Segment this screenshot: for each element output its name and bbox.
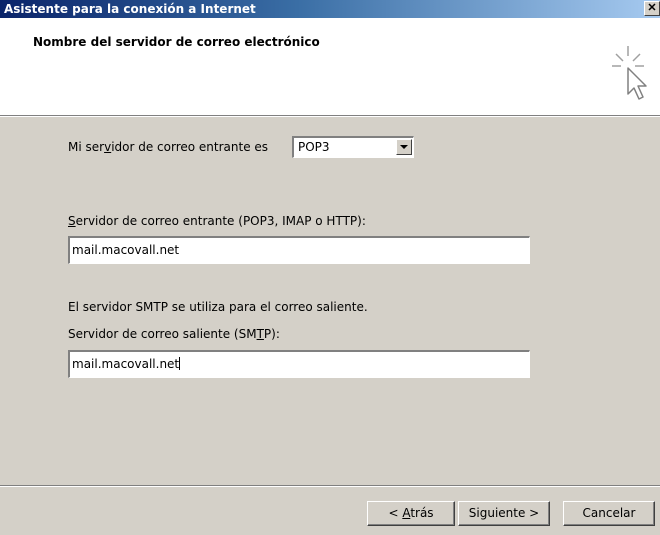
back-button[interactable]: < Atrás xyxy=(367,501,455,526)
page-title: Nombre del servidor de correo electrónic… xyxy=(33,35,320,49)
outgoing-server-label: Servidor de correo saliente (SMTP): xyxy=(68,327,280,341)
incoming-type-value: POP3 xyxy=(298,140,330,154)
header-divider xyxy=(0,116,660,117)
chevron-down-icon[interactable] xyxy=(396,139,412,155)
window-title: Asistente para la conexión a Internet xyxy=(4,2,256,16)
smtp-note: El servidor SMTP se utiliza para el corr… xyxy=(68,300,368,314)
cancel-button[interactable]: Cancelar xyxy=(563,501,655,526)
close-icon[interactable]: ✕ xyxy=(644,1,660,16)
next-button[interactable]: Siguiente > xyxy=(458,501,550,526)
outgoing-server-value: mail.macovall.net xyxy=(72,357,181,371)
wizard-cursor-icon xyxy=(612,46,647,100)
wizard-header: Nombre del servidor de correo electrónic… xyxy=(0,18,660,116)
incoming-server-value: mail.macovall.net xyxy=(72,243,180,257)
wizard-window: Asistente para la conexión a Internet ✕ … xyxy=(0,0,660,535)
outgoing-server-input[interactable]: mail.macovall.net xyxy=(68,350,530,378)
title-bar[interactable]: Asistente para la conexión a Internet ✕ xyxy=(0,0,660,18)
incoming-type-select[interactable]: POP3 xyxy=(292,136,414,158)
text-caret xyxy=(179,357,181,370)
incoming-server-input[interactable]: mail.macovall.net xyxy=(68,236,530,264)
footer-divider-highlight xyxy=(0,486,660,487)
incoming-server-label: Servidor de correo entrante (POP3, IMAP … xyxy=(68,214,366,228)
incoming-type-label: Mi servidor de correo entrante es xyxy=(68,140,269,154)
